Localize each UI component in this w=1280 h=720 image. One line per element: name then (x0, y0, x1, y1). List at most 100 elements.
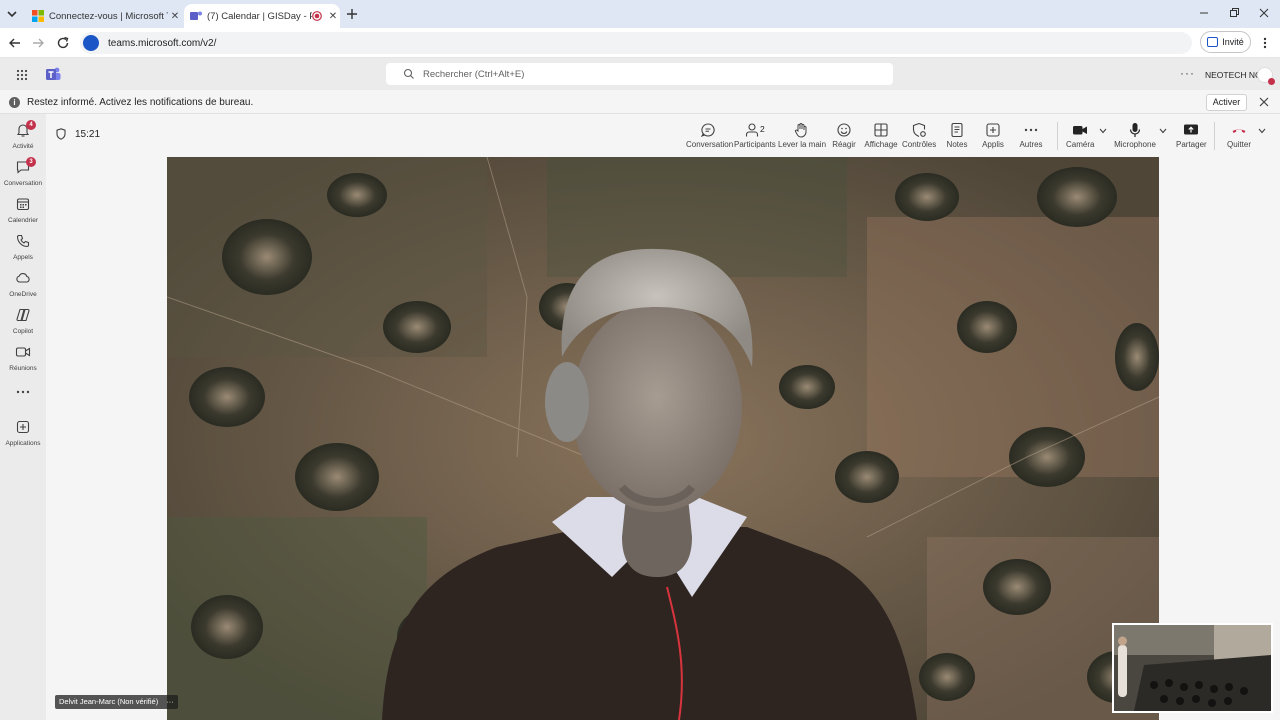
tab-close-icon[interactable]: ✕ (326, 11, 340, 22)
toolbar-divider (1214, 122, 1215, 150)
search-input[interactable]: Rechercher (Ctrl+Alt+E) (386, 63, 893, 85)
share-label: Partager (1176, 140, 1207, 149)
browser-tab-calendar[interactable]: (7) Calendar | GISDay - Prés ✕ (184, 4, 340, 28)
hang-up-icon (1232, 129, 1246, 133)
camera-options-chevron-icon[interactable] (1099, 128, 1107, 134)
camera-label: Caméra (1066, 140, 1095, 149)
teams-logo-icon (46, 67, 61, 80)
notification-banner: i Restez informé. Activez les notificati… (0, 90, 1280, 114)
rail-item-label: Copilot (12, 328, 34, 335)
rail-item-onedrive[interactable]: OneDrive (0, 266, 46, 302)
new-tab-icon[interactable] (344, 6, 360, 22)
microphone-icon (1129, 123, 1141, 137)
rail-item-calls[interactable]: Appels (0, 229, 46, 265)
notes-icon (951, 122, 963, 138)
copilot-icon (16, 308, 30, 322)
participants-button[interactable]: 2 Participants (734, 121, 776, 155)
shield-icon[interactable] (56, 128, 66, 140)
app-rail: 4 Activité 3 Conversation Calendrier App… (0, 114, 46, 720)
notification-badge: 4 (26, 120, 36, 130)
rail-item-copilot[interactable]: Copilot (0, 303, 46, 339)
activate-notifications-button[interactable]: Activer (1206, 94, 1247, 111)
site-info-icon[interactable] (83, 35, 99, 51)
apps-label: Applis (982, 140, 1004, 149)
meeting-toolbar: 15:21 Conversation 2 Participants Lever … (46, 114, 1280, 157)
more-options-icon[interactable]: ··· (1180, 66, 1195, 80)
speaker-name: Delvit Jean-Marc (Non vérifié) (59, 697, 159, 706)
teams-favicon-icon (190, 11, 202, 20)
leave-button[interactable]: Quitter (1224, 121, 1254, 155)
tab-close-icon[interactable]: ✕ (168, 11, 182, 22)
apps-button[interactable]: Applis (980, 121, 1006, 155)
self-view-video[interactable] (1112, 623, 1273, 713)
microsoft-logo-icon (32, 10, 44, 22)
restore-icon[interactable] (1226, 6, 1242, 20)
controls-label: Contrôles (902, 140, 937, 149)
rail-more-button[interactable] (0, 380, 46, 404)
chat-label: Conversation (686, 140, 734, 149)
browser-tab-signin[interactable]: Connectez-vous | Microsoft Tea ✕ (26, 4, 182, 28)
notes-label: Notes (946, 140, 968, 149)
rail-item-activity[interactable]: 4 Activité (0, 118, 46, 154)
rail-item-label: OneDrive (9, 291, 37, 298)
rail-item-applications[interactable]: Applications (0, 415, 46, 451)
reload-icon[interactable] (55, 35, 71, 51)
people-icon (745, 123, 759, 137)
more-actions-button[interactable]: Autres (1017, 121, 1045, 155)
react-button[interactable]: Réagir (830, 121, 858, 155)
recording-icon (312, 11, 322, 21)
browser-address-bar: teams.microsoft.com/v2/ Invité (0, 28, 1280, 58)
profile-button[interactable]: Invité (1200, 31, 1251, 53)
participant-options-icon[interactable]: ··· (166, 697, 174, 706)
org-name[interactable]: NEOTECH NC (1205, 70, 1261, 80)
back-icon[interactable] (7, 35, 23, 51)
raise-hand-button[interactable]: Lever la main (778, 121, 827, 155)
view-button[interactable]: Affichage (864, 121, 898, 155)
microphone-label: Microphone (1114, 140, 1156, 149)
raise-hand-icon (794, 123, 807, 138)
toolbar-divider (1057, 122, 1058, 150)
profile-label: Invité (1222, 37, 1244, 47)
speaker-video[interactable] (167, 157, 1159, 720)
rail-item-label: Appels (13, 254, 33, 261)
controls-button[interactable]: Contrôles (902, 121, 936, 155)
shield-settings-icon (912, 122, 926, 138)
react-label: Réagir (832, 140, 856, 149)
search-placeholder: Rechercher (Ctrl+Alt+E) (423, 68, 525, 80)
camera-icon (1073, 126, 1087, 135)
microphone-button[interactable]: Microphone (1112, 121, 1158, 155)
camera-button[interactable]: Caméra (1066, 121, 1094, 155)
status-dot (1268, 78, 1275, 85)
microphone-options-chevron-icon[interactable] (1159, 128, 1167, 134)
minimize-icon[interactable] (1196, 6, 1212, 20)
url-input[interactable]: teams.microsoft.com/v2/ (80, 32, 1192, 54)
close-icon[interactable] (1258, 96, 1270, 108)
chat-button[interactable]: Conversation (686, 121, 734, 155)
phone-icon (16, 234, 30, 248)
calendar-icon (16, 198, 30, 211)
rail-item-label: Applications (5, 440, 41, 447)
more-icon (16, 390, 30, 394)
notification-text: Restez informé. Activez les notification… (27, 97, 254, 108)
browser-tab-strip: Connectez-vous | Microsoft Tea ✕ (7) Cal… (0, 0, 1280, 28)
participant-count: 2 (760, 124, 765, 134)
forward-icon[interactable] (30, 35, 46, 51)
browser-menu-icon[interactable] (1259, 36, 1271, 50)
app-launcher-icon[interactable] (16, 69, 28, 81)
teams-header: Rechercher (Ctrl+Alt+E) ··· NEOTECH NC (0, 58, 1280, 90)
notes-button[interactable]: Notes (944, 121, 970, 155)
avatar[interactable] (1257, 67, 1275, 85)
rail-item-chat[interactable]: 3 Conversation (0, 155, 46, 191)
raise-hand-label: Lever la main (778, 140, 827, 149)
leave-label: Quitter (1226, 140, 1251, 149)
rail-item-calendar[interactable]: Calendrier (0, 192, 46, 228)
rail-item-label: Conversation (3, 180, 43, 187)
window-close-icon[interactable] (1256, 6, 1272, 20)
share-button[interactable]: Partager (1176, 121, 1207, 155)
add-app-icon (986, 123, 1000, 137)
info-icon: i (9, 97, 20, 108)
leave-options-chevron-icon[interactable] (1258, 128, 1266, 134)
meeting-timer: 15:21 (75, 129, 101, 140)
rail-item-meetings[interactable]: Réunions (0, 340, 46, 376)
tab-search-chevron-icon[interactable] (4, 7, 20, 21)
